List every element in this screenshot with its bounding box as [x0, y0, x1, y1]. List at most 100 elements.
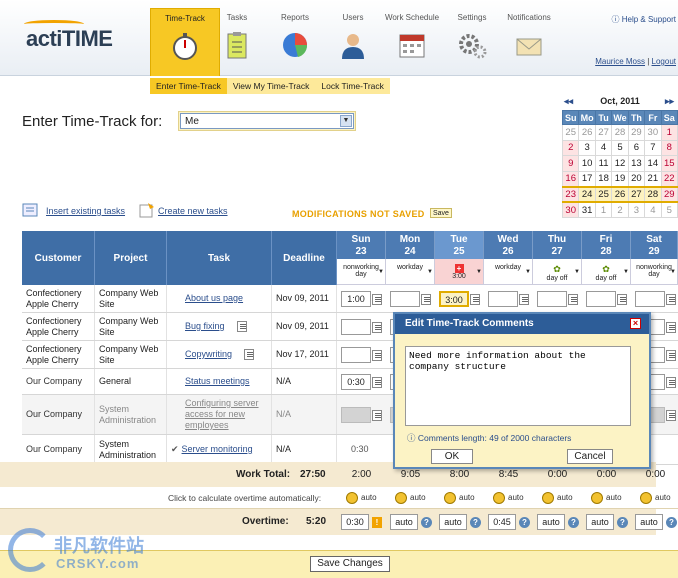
col-deadline[interactable]: Deadline [272, 231, 337, 285]
calendar-day[interactable]: 2 [561, 139, 580, 156]
nav-notifications[interactable]: Notifications [505, 8, 553, 76]
calendar-day[interactable]: 25 [561, 124, 580, 141]
task-link[interactable]: Configuring server access for new employ… [185, 398, 271, 431]
day-type[interactable]: ✿ day off ▼ [582, 259, 631, 285]
time-input[interactable]: 1:00 [341, 291, 371, 307]
chevron-down-icon[interactable]: ▼ [378, 269, 384, 275]
col-task[interactable]: Task [167, 231, 272, 285]
calendar-day[interactable]: 14 [644, 155, 662, 172]
calendar-day[interactable]: 1 [660, 124, 678, 141]
calendar-day[interactable]: 9 [561, 155, 580, 172]
comment-icon[interactable] [470, 294, 480, 305]
day-header[interactable]: Tue 25 [435, 231, 484, 259]
save-changes-button[interactable]: Save Changes [310, 556, 390, 572]
create-task-icon[interactable] [138, 202, 156, 218]
calendar-day[interactable]: 10 [578, 155, 596, 172]
comment-icon[interactable] [666, 377, 676, 388]
calendar-day[interactable]: 30 [644, 124, 662, 141]
calendar-day[interactable]: 18 [594, 170, 613, 187]
calendar-day[interactable]: 8 [660, 139, 678, 156]
calendar-day[interactable]: 24 [578, 185, 596, 203]
calendar-day[interactable]: 22 [660, 170, 678, 187]
chevron-down-icon[interactable]: ▼ [476, 269, 482, 275]
comment-icon[interactable] [519, 294, 529, 305]
next-month-button[interactable]: ▸▸ [665, 96, 674, 107]
calendar-day[interactable]: 29 [660, 185, 678, 203]
calendar-day[interactable]: 13 [627, 155, 646, 172]
calendar-day[interactable]: 3 [578, 139, 596, 156]
clock-icon[interactable] [591, 492, 603, 504]
comment-icon[interactable] [372, 410, 382, 421]
chevron-down-icon[interactable]: ▼ [670, 269, 676, 275]
insert-tasks-icon[interactable] [22, 202, 40, 218]
comment-icon[interactable] [666, 410, 676, 421]
user-name[interactable]: Maurice Moss [595, 57, 645, 66]
calendar-day[interactable]: 2 [611, 201, 629, 218]
calendar-day[interactable]: 17 [578, 170, 596, 187]
day-type[interactable]: nonworking day ▼ [337, 259, 386, 285]
chevron-down-icon[interactable]: ▼ [623, 269, 629, 275]
comment-icon[interactable] [421, 294, 431, 305]
calendar-day[interactable]: 4 [644, 201, 662, 218]
task-link[interactable]: Copywriting [185, 349, 232, 360]
calendar-day[interactable]: 19 [611, 170, 629, 187]
day-type[interactable]: nonworking day ▼ [631, 259, 678, 285]
chevron-down-icon[interactable]: ▼ [574, 269, 580, 275]
chevron-down-icon[interactable]: ▼ [340, 115, 352, 127]
time-input[interactable] [341, 347, 371, 363]
calendar-day[interactable]: 27 [627, 185, 646, 203]
calendar-day[interactable]: 26 [578, 124, 596, 141]
close-icon[interactable]: × [630, 318, 641, 329]
overtime-input[interactable]: auto [537, 514, 565, 530]
calendar-day[interactable]: 3 [627, 201, 646, 218]
nav-reports[interactable]: Reports [277, 8, 313, 76]
calendar-day[interactable]: 7 [644, 139, 662, 156]
time-input[interactable] [537, 291, 567, 307]
time-input[interactable] [341, 407, 371, 423]
time-input[interactable]: 0:30 [341, 374, 371, 390]
logout-link[interactable]: Logout [652, 57, 676, 66]
cancel-button[interactable]: Cancel [567, 449, 613, 464]
calendar-day[interactable]: 30 [561, 201, 580, 218]
calendar-day[interactable]: 1 [594, 201, 613, 218]
comment-icon[interactable] [568, 294, 578, 305]
auto-calc-link[interactable]: auto [508, 493, 524, 502]
calendar-day[interactable]: 23 [561, 185, 580, 203]
auto-calc-link[interactable]: auto [606, 493, 622, 502]
chevron-down-icon[interactable]: ▼ [525, 269, 531, 275]
overtime-input[interactable]: auto [390, 514, 418, 530]
help-icon[interactable]: ? [666, 517, 677, 528]
nav-users[interactable]: Users [338, 8, 368, 76]
subnav-lock-time-track[interactable]: Lock Time-Track [315, 78, 390, 94]
prev-month-button[interactable]: ◂◂ [564, 96, 573, 107]
day-type[interactable]: workday ▼ [386, 259, 435, 285]
nav-time-track[interactable]: Time-Track [150, 8, 220, 76]
nav-tasks[interactable]: Tasks [222, 8, 252, 76]
calendar-day[interactable]: 31 [578, 201, 596, 218]
task-description-icon[interactable] [244, 349, 255, 360]
nav-work-schedule[interactable]: Work Schedule [384, 8, 440, 76]
auto-calc-link[interactable]: auto [361, 493, 377, 502]
day-header[interactable]: Sun 23 [337, 231, 386, 259]
task-link[interactable]: Server monitoring [182, 444, 253, 455]
comment-icon[interactable] [372, 377, 382, 388]
comment-icon[interactable] [666, 322, 676, 333]
overtime-input[interactable]: 0:45 [488, 514, 516, 530]
overtime-input[interactable]: auto [635, 514, 663, 530]
col-project[interactable]: Project [95, 231, 167, 285]
day-type[interactable]: ✿ day off ▼ [533, 259, 582, 285]
help-icon[interactable]: ? [519, 517, 530, 528]
calendar-day[interactable]: 25 [594, 185, 613, 203]
auto-calc-link[interactable]: auto [410, 493, 426, 502]
calendar-day[interactable]: 6 [627, 139, 646, 156]
calendar-day[interactable]: 29 [627, 124, 646, 141]
day-header[interactable]: Wed 26 [484, 231, 533, 259]
overtime-input[interactable]: auto [586, 514, 614, 530]
calendar-day[interactable]: 27 [594, 124, 613, 141]
chevron-down-icon[interactable]: ▼ [427, 269, 433, 275]
help-icon[interactable]: ? [470, 517, 481, 528]
help-icon[interactable]: ? [617, 517, 628, 528]
col-customer[interactable]: Customer [22, 231, 95, 285]
help-icon[interactable]: ? [568, 517, 579, 528]
help-icon[interactable]: ? [421, 517, 432, 528]
